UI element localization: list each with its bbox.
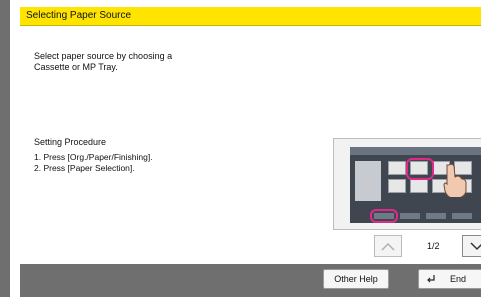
title-bar: Selecting Paper Source [20, 7, 481, 26]
device-tile [410, 179, 428, 193]
end-button[interactable]: End [418, 269, 481, 289]
highlight-org-paper-finishing [370, 209, 398, 223]
device-header-bar [350, 147, 481, 155]
bottom-bar: Other Help End [20, 264, 481, 297]
procedure-step: 1. Press [Org./Paper/Finishing]. [34, 152, 153, 162]
highlight-paper-selection [406, 158, 434, 180]
pointing-hand-icon [443, 163, 467, 197]
other-help-label: Other Help [334, 274, 378, 284]
procedure-steps: 1. Press [Org./Paper/Finishing]. 2. Pres… [34, 152, 153, 174]
device-left-panel [355, 161, 381, 201]
end-label: End [450, 274, 467, 284]
page-indicator: 1/2 [427, 241, 440, 251]
device-button [452, 213, 472, 219]
chevron-up-icon [381, 242, 395, 251]
device-screen-image [350, 147, 481, 223]
device-button [426, 213, 446, 219]
device-tile [388, 179, 406, 193]
procedure-heading: Setting Procedure [34, 137, 107, 147]
other-help-button[interactable]: Other Help [323, 269, 389, 289]
help-window: Selecting Paper Source Select paper sour… [0, 0, 481, 297]
device-button [400, 213, 420, 219]
return-arrow-icon [427, 275, 435, 283]
page-title: Selecting Paper Source [26, 10, 132, 21]
page-down-button[interactable] [462, 235, 481, 257]
chevron-down-icon [469, 241, 481, 250]
description-text: Select paper source by choosing a Casset… [34, 51, 173, 72]
page-up-button[interactable] [374, 235, 402, 257]
procedure-step: 2. Press [Paper Selection]. [34, 163, 135, 173]
procedure-illustration [333, 138, 481, 230]
device-tile [388, 161, 406, 175]
